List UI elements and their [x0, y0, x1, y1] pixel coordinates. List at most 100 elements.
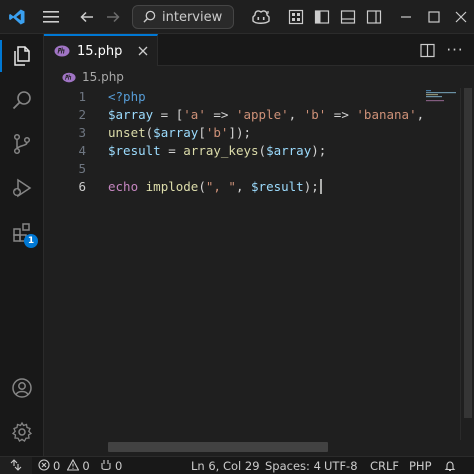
line-number: 1 [78, 89, 86, 104]
code-token: array_keys [183, 143, 259, 158]
code-token: unset [108, 125, 146, 140]
notifications-icon[interactable] [444, 457, 456, 474]
arrow-left-icon[interactable] [76, 0, 98, 34]
code-token: implode [145, 179, 199, 194]
code-token: echo [108, 179, 139, 194]
warning-icon [66, 458, 80, 474]
code-token: ", " [205, 179, 236, 194]
end-of-line[interactable]: CRLF [370, 457, 399, 474]
breadcrumb-file[interactable]: 15.php [82, 70, 124, 84]
search-label: interview [162, 9, 223, 25]
maximize-icon[interactable] [424, 0, 444, 34]
command-center-search[interactable]: interview [132, 5, 234, 29]
horizontal-scrollbar[interactable] [108, 442, 328, 452]
toggle-secondary-sidebar-icon[interactable] [364, 0, 384, 34]
code-token: ( [258, 143, 267, 158]
breadcrumb: 15.php [44, 66, 474, 88]
extensions-icon[interactable]: 1 [0, 212, 44, 252]
code-token: <?php [108, 89, 146, 104]
indentation[interactable]: Spaces: 4 [265, 457, 321, 474]
toggle-sidebar-icon[interactable] [312, 0, 332, 34]
code-line[interactable]: echo implode(", ", $result); [108, 178, 460, 196]
text-cursor [319, 179, 322, 194]
menu-icon[interactable] [38, 0, 64, 34]
code-token: => [326, 107, 357, 122]
source-control-icon[interactable] [0, 124, 44, 164]
ports-indicator[interactable]: 0 [100, 457, 122, 474]
arrow-right-icon[interactable] [102, 0, 124, 34]
code-token: 'a' [183, 107, 206, 122]
split-editor-icon[interactable] [418, 41, 436, 59]
code-editor[interactable]: 123456 <?php $array = ['a' => 'apple', 'b… [44, 88, 460, 440]
tab-label: 15.php [77, 43, 123, 59]
tab-close-icon[interactable] [135, 43, 151, 59]
extensions-badge: 1 [24, 234, 38, 248]
code-token: 'b' [303, 107, 327, 122]
code-token: $array [108, 107, 154, 122]
line-number: 6 [78, 179, 86, 194]
remote-indicator[interactable] [0, 457, 32, 474]
cursor-position[interactable]: Ln 6, Col 29 [191, 457, 260, 474]
code-token: ); [311, 143, 327, 158]
vscode-logo-icon [0, 0, 34, 34]
code-token: $array [153, 125, 199, 140]
explorer-icon[interactable] [0, 36, 44, 76]
code-token: $result [108, 143, 161, 158]
line-number: 2 [78, 107, 86, 122]
vertical-scrollbar[interactable] [460, 88, 474, 440]
editor-tab-bar: 15.php ··· [44, 34, 474, 66]
layout-icon[interactable] [286, 0, 306, 34]
search-icon [143, 8, 156, 27]
activity-bar: 1 [0, 34, 44, 456]
line-number: 3 [78, 125, 86, 140]
run-debug-icon[interactable] [0, 168, 44, 208]
line-number-gutter: 1 2 3 4 5 6 [44, 88, 94, 196]
code-token: 'apple' [235, 107, 289, 122]
ports-icon [100, 459, 112, 474]
code-token: [ [198, 125, 206, 140]
php-file-icon [62, 68, 76, 87]
code-token: => [205, 107, 236, 122]
vertical-scroll-thumb[interactable] [464, 88, 472, 418]
code-token: 'banana' [356, 107, 417, 122]
manage-gear-icon[interactable] [0, 412, 44, 452]
encoding[interactable]: UTF-8 [324, 457, 358, 474]
error-count: 0 [53, 459, 61, 473]
code-token: 'b' [205, 125, 229, 140]
title-bar: interview [0, 0, 474, 34]
ports-count: 0 [115, 459, 123, 473]
code-line[interactable]: <?php [108, 88, 460, 106]
php-file-icon [54, 42, 70, 61]
code-token: $array [266, 143, 312, 158]
status-bar: 0 0 0 Ln 6, Col 29 Spaces: 4 UTF-8 CRLF … [0, 456, 474, 474]
code-lines[interactable]: <?php $array = ['a' => 'apple', 'b' => 'b… [108, 88, 460, 196]
toggle-panel-icon[interactable] [338, 0, 358, 34]
error-icon [38, 458, 50, 474]
code-token: = [160, 143, 184, 158]
minimize-icon[interactable] [396, 0, 416, 34]
minimap[interactable] [424, 88, 460, 440]
line-number: 5 [78, 161, 86, 176]
remote-icon [10, 458, 22, 474]
problems-indicator[interactable]: 0 0 [38, 457, 90, 474]
tab-15-php[interactable]: 15.php [44, 34, 158, 66]
code-token: = [ [153, 107, 184, 122]
code-token: ( [198, 179, 206, 194]
warning-count: 0 [82, 459, 90, 473]
search-icon[interactable] [0, 80, 44, 120]
code-line[interactable] [108, 160, 460, 178]
code-token: , [288, 107, 304, 122]
line-number: 4 [78, 143, 86, 158]
code-token: ); [303, 179, 319, 194]
code-line[interactable]: $array = ['a' => 'apple', 'b' => 'banana… [108, 106, 460, 124]
copilot-icon[interactable] [244, 0, 278, 34]
close-icon[interactable] [450, 0, 472, 34]
more-actions-icon[interactable]: ··· [446, 41, 464, 59]
code-line[interactable]: unset($array['b']); [108, 124, 460, 142]
code-token: $result [251, 179, 304, 194]
code-line[interactable]: $result = array_keys($array); [108, 142, 460, 160]
code-token: , [235, 179, 252, 194]
accounts-icon[interactable] [0, 368, 44, 408]
language-mode[interactable]: PHP [409, 457, 432, 474]
